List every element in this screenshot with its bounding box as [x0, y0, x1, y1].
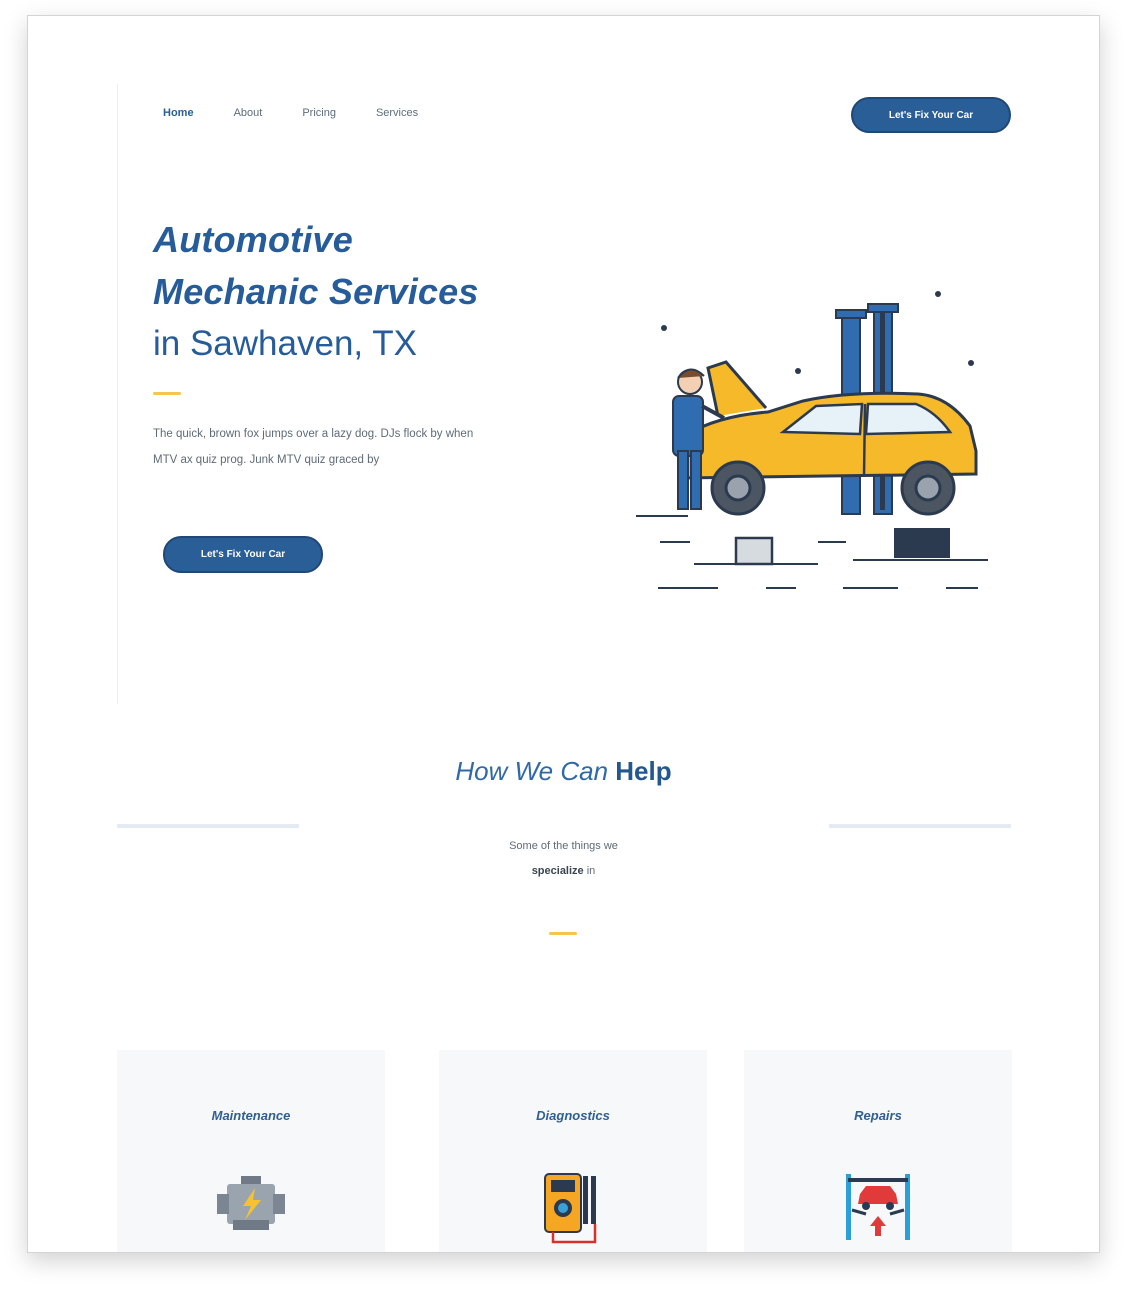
page-frame: Home About Pricing Services Let's Fix Yo… — [27, 15, 1100, 1253]
mechanic-car-illustration — [636, 291, 988, 589]
hero-title-line3: in Sawhaven, TX — [153, 324, 417, 363]
hero-description: The quick, brown fox jumps over a lazy d… — [153, 428, 474, 466]
hero-title-line2: Mechanic Services — [153, 271, 479, 312]
service-card-repairs[interactable]: Repairs — [744, 1050, 1012, 1252]
help-section-title: How We Can Help — [28, 756, 1099, 787]
car-lift-icon — [846, 1174, 910, 1240]
hero-fix-car-button[interactable]: Let's Fix Your Car — [163, 536, 323, 573]
nav-item-services[interactable]: Services — [376, 107, 418, 119]
card-title: Repairs — [854, 1108, 902, 1123]
hero-title-line1: Automotive — [153, 219, 353, 260]
help-title-italic: How We Can — [455, 756, 609, 786]
help-subtitle: Some of the things we specialize in — [28, 834, 1099, 884]
multimeter-icon — [544, 1173, 597, 1244]
left-divider — [117, 824, 299, 828]
service-card-maintenance[interactable]: Maintenance — [117, 1050, 385, 1252]
service-card-diagnostics[interactable]: Diagnostics — [439, 1050, 707, 1252]
hero-title: Automotive Mechanic Services in Sawhaven… — [153, 214, 533, 370]
help-accent-bar — [549, 932, 577, 935]
nav-item-about[interactable]: About — [234, 107, 263, 119]
help-subtitle-line1: Some of the things we — [509, 840, 618, 852]
card-title: Diagnostics — [536, 1108, 610, 1123]
card-title: Maintenance — [211, 1108, 291, 1123]
nav-item-pricing[interactable]: Pricing — [302, 107, 336, 119]
right-divider — [829, 824, 1011, 828]
help-subtitle-bold: specialize — [531, 865, 584, 877]
nav-fix-car-button[interactable]: Let's Fix Your Car — [851, 97, 1011, 133]
main-nav: Home About Pricing Services — [163, 107, 458, 119]
engine-icon — [217, 1176, 285, 1230]
help-title-bold: Help — [615, 756, 672, 786]
hero-accent-bar — [153, 392, 181, 395]
help-subtitle-line2: specialize in — [28, 859, 1099, 884]
help-subtitle-tail: in — [586, 865, 596, 877]
nav-item-home[interactable]: Home — [163, 107, 194, 119]
hero-guide-line — [117, 84, 118, 704]
